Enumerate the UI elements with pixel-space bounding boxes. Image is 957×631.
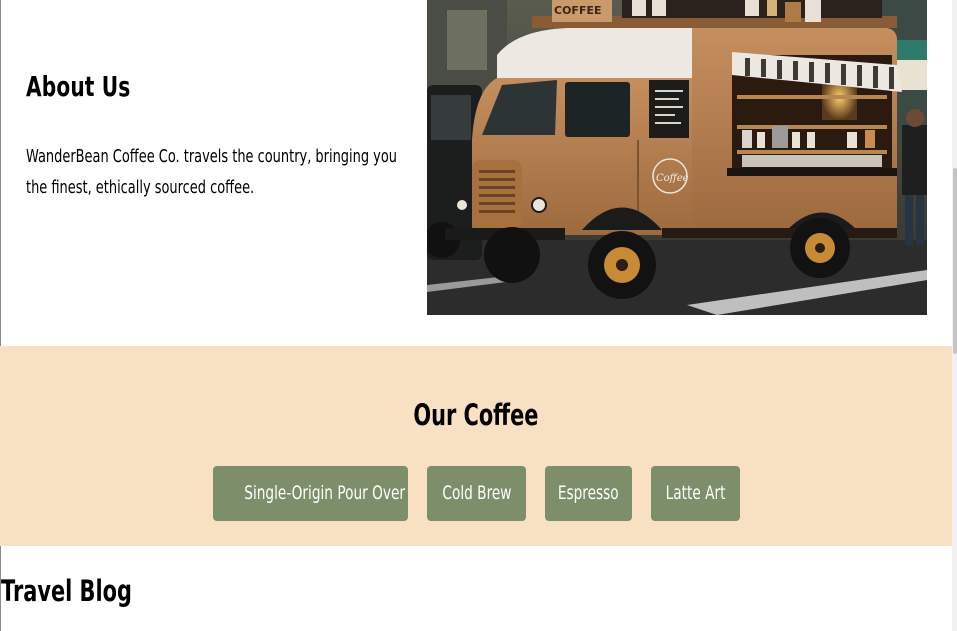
cold-brew-button[interactable]: Cold Brew (427, 466, 526, 521)
about-text: WanderBean Coffee Co. travels the countr… (26, 146, 398, 198)
truck-door-logo: Coffee (656, 173, 689, 184)
our-coffee-section: Our Coffee Single-Origin Pour Over Cold … (0, 346, 952, 546)
coffee-truck-image: COFFEE Coffee (427, 0, 927, 315)
latte-art-button[interactable]: Latte Art (651, 466, 740, 521)
about-title: About Us (26, 70, 131, 103)
our-coffee-title: Our Coffee (413, 398, 539, 432)
espresso-button[interactable]: Espresso (545, 466, 632, 521)
single-origin-pour-over-button[interactable]: Single-Origin Pour Over (213, 466, 408, 521)
page: About Us WanderBean Coffee Co. travels t… (0, 0, 957, 631)
travel-blog-title: Travel Blog (1, 574, 132, 608)
scrollbar-thumb[interactable] (953, 168, 957, 354)
truck-top-sign: COFFEE (554, 4, 601, 17)
